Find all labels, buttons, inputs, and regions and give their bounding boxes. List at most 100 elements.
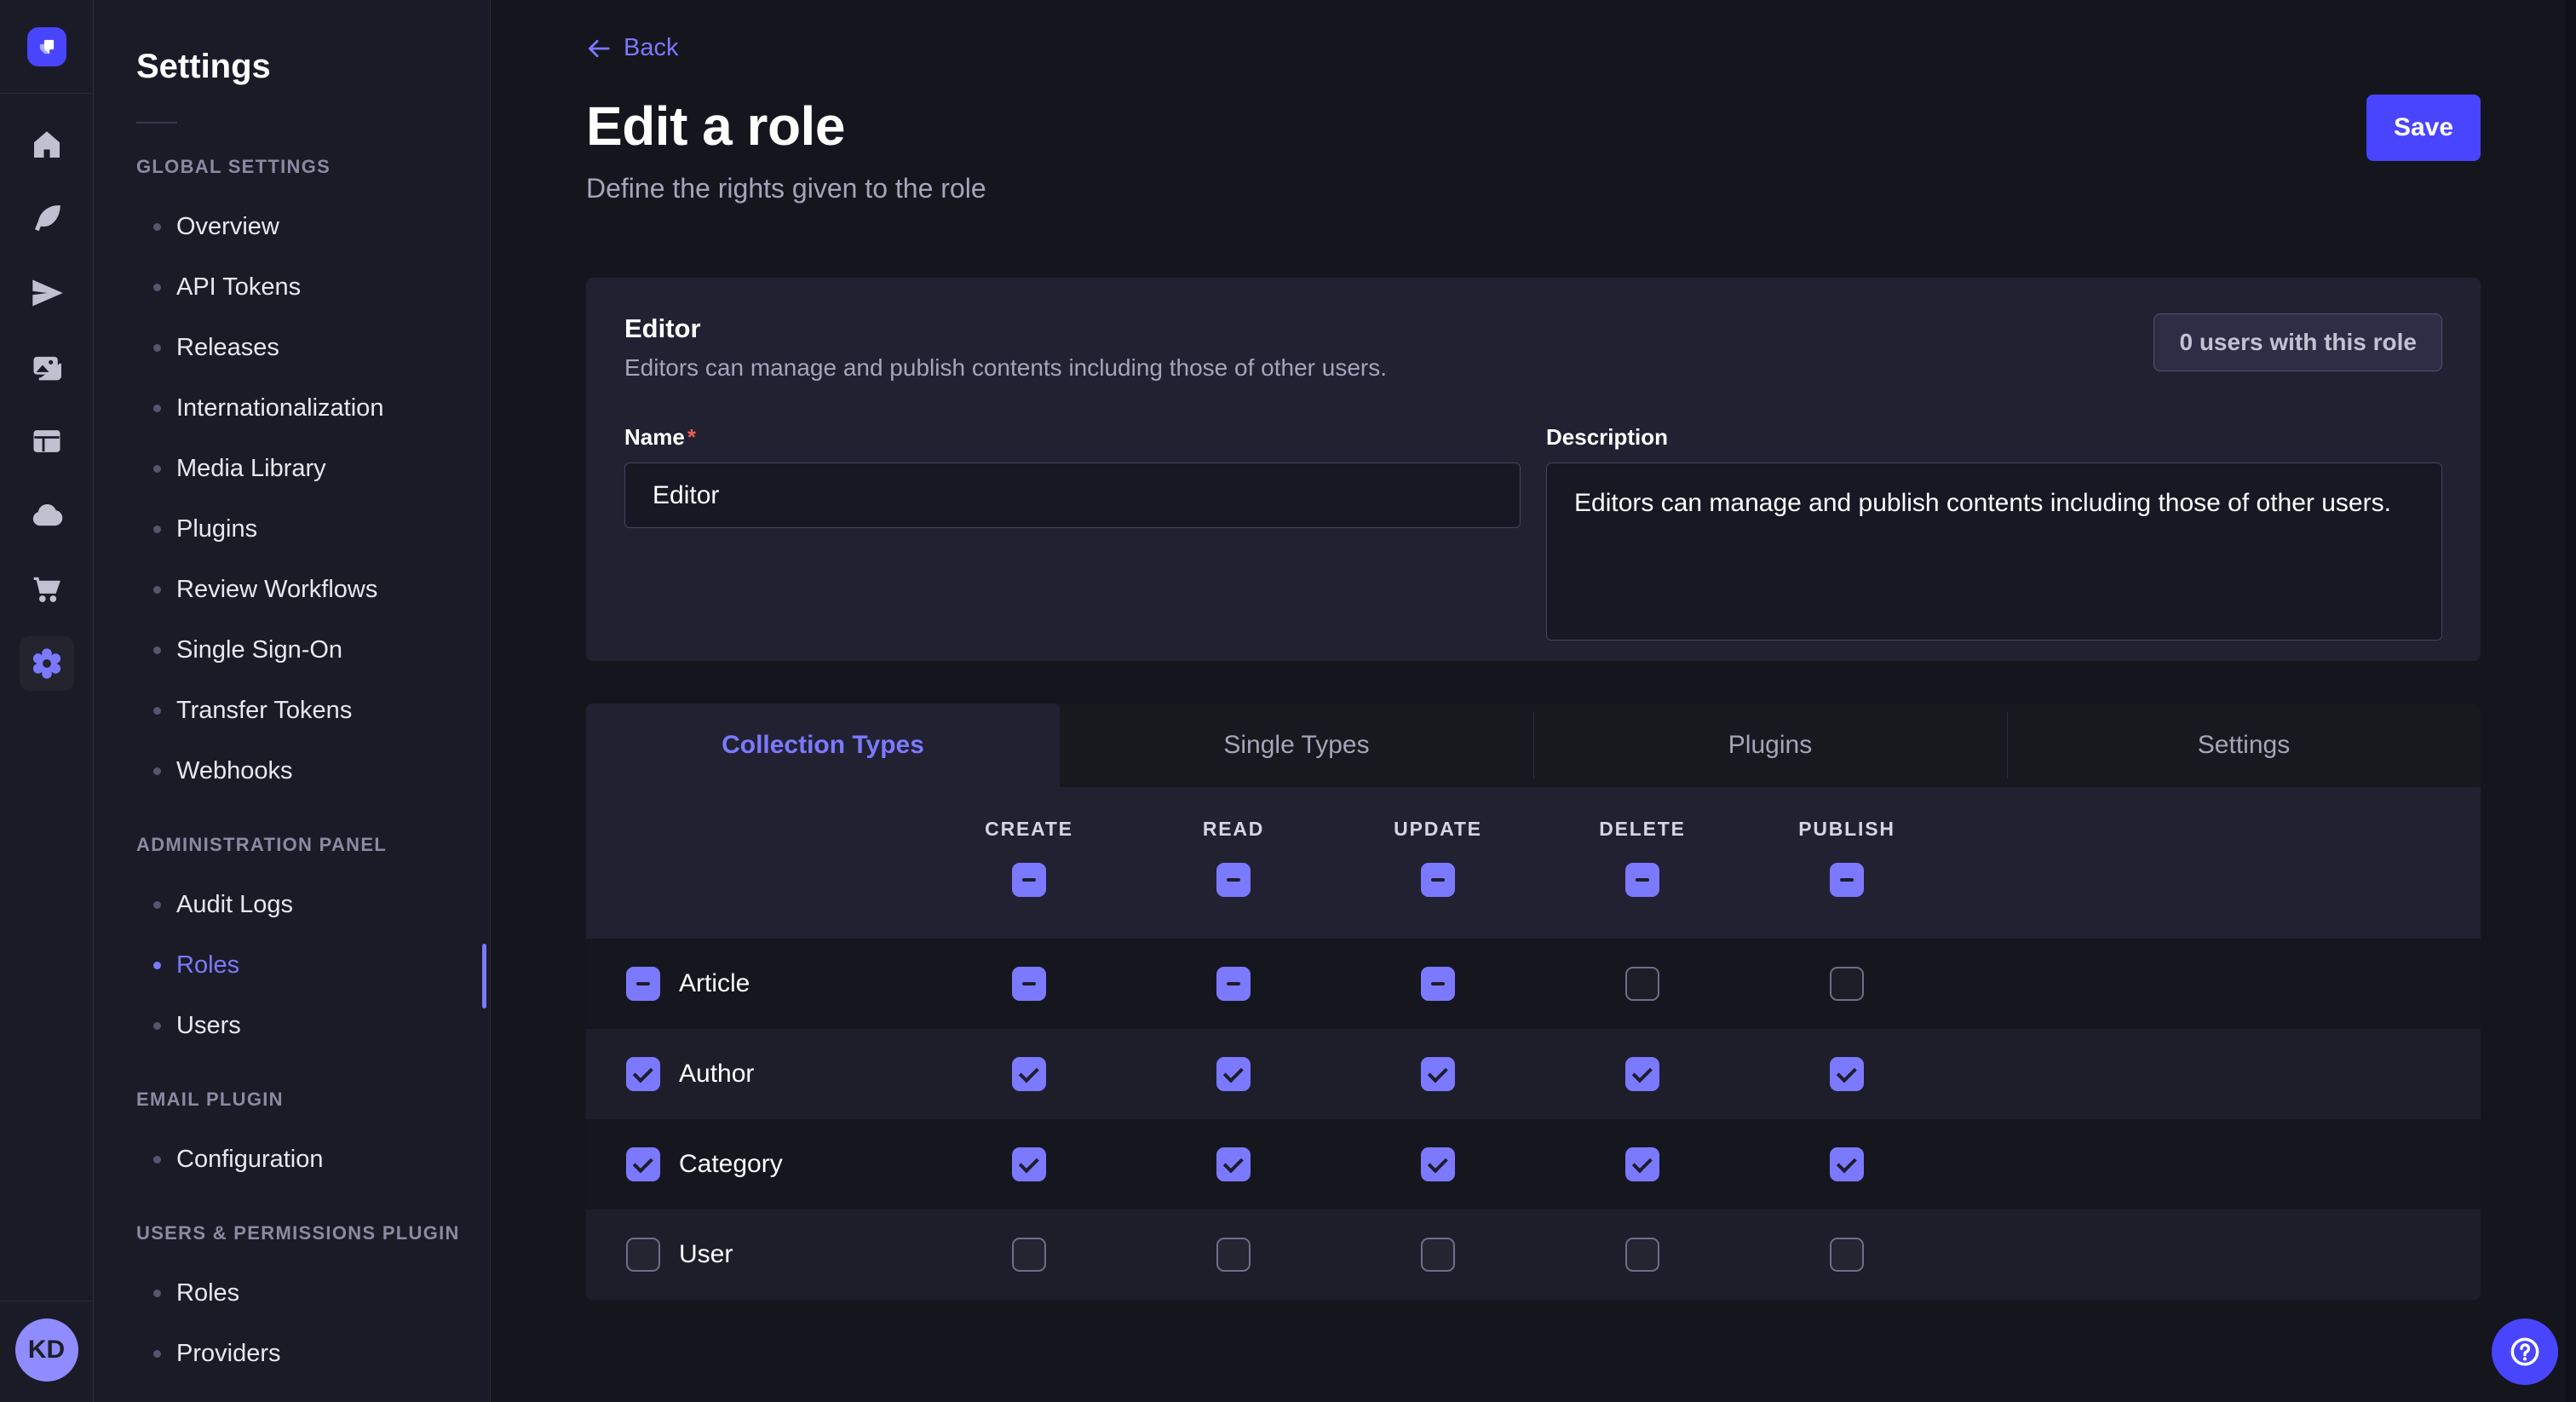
content-manager-feather-icon[interactable]	[20, 192, 74, 246]
permission-checkbox[interactable]	[1012, 967, 1046, 1001]
permissions-tab[interactable]: Collection Types	[586, 704, 1060, 787]
sidebar-item[interactable]: Configuration	[136, 1129, 490, 1190]
cloud-icon[interactable]	[20, 488, 74, 543]
row-head: Category	[586, 1147, 927, 1181]
permission-checkbox[interactable]	[1625, 1238, 1659, 1272]
role-fields-row: Name* Description Editors can manage and…	[624, 424, 2442, 645]
question-mark-icon	[2506, 1333, 2544, 1370]
paper-plane-icon[interactable]	[20, 266, 74, 320]
sidebar-item[interactable]: Single Sign-On	[136, 620, 490, 681]
sidebar-item[interactable]: Providers	[136, 1324, 490, 1384]
home-icon[interactable]	[20, 118, 74, 172]
row-head: User	[586, 1238, 927, 1272]
strapi-logo-icon[interactable]	[27, 27, 66, 66]
strapi-logo-glyph	[34, 34, 60, 60]
permission-checkbox[interactable]	[1421, 1238, 1455, 1272]
settings-gear-icon[interactable]	[20, 636, 74, 691]
sidebar-item[interactable]: Users	[136, 996, 490, 1056]
section-global-settings: GLOBAL SETTINGS Overview API Tokens Rele…	[136, 154, 490, 802]
column-master-checkbox[interactable]	[1625, 863, 1659, 897]
back-link[interactable]: Back	[586, 34, 678, 62]
permission-checkbox[interactable]	[1830, 1057, 1864, 1091]
permission-checkbox[interactable]	[1012, 1147, 1046, 1181]
role-card-header: Editor Editors can manage and publish co…	[624, 313, 2442, 382]
section-administration-panel: ADMINISTRATION PANEL Audit Logs Roles Us…	[136, 832, 490, 1056]
column-master-checkbox[interactable]	[1216, 863, 1251, 897]
sidebar-item[interactable]: Releases	[136, 318, 490, 378]
bullet-icon	[153, 1290, 161, 1297]
sidebar-item[interactable]: Internationalization	[136, 378, 490, 439]
permission-checkbox[interactable]	[1421, 967, 1455, 1001]
media-library-icon[interactable]	[20, 340, 74, 394]
bullet-icon	[153, 526, 161, 533]
row-checkbox[interactable]	[626, 1147, 660, 1181]
section-items: Roles Providers	[136, 1263, 490, 1384]
row-checkbox[interactable]	[626, 1238, 660, 1272]
row-checkbox[interactable]	[626, 967, 660, 1001]
permission-checkbox[interactable]	[1625, 1057, 1659, 1091]
description-field-group: Description Editors can manage and publi…	[1546, 424, 2442, 645]
permission-checkbox[interactable]	[1012, 1238, 1046, 1272]
sidebar-item[interactable]: Plugins	[136, 499, 490, 560]
bullet-icon	[153, 646, 161, 654]
row-cells	[927, 1057, 1949, 1091]
permission-checkbox[interactable]	[1012, 1057, 1046, 1091]
column-master-checkbox[interactable]	[1830, 863, 1864, 897]
help-button[interactable]	[2492, 1319, 2558, 1385]
bullet-icon	[153, 586, 161, 594]
sidebar-item[interactable]: API Tokens	[136, 257, 490, 318]
users-with-role-badge[interactable]: 0 users with this role	[2153, 313, 2442, 371]
permission-checkbox[interactable]	[1421, 1147, 1455, 1181]
column-master-checkbox[interactable]	[1012, 863, 1046, 897]
bullet-icon	[153, 707, 161, 715]
role-details-card: Editor Editors can manage and publish co…	[586, 278, 2481, 661]
logo-area	[0, 0, 93, 94]
marketplace-cart-icon[interactable]	[20, 562, 74, 617]
save-button[interactable]: Save	[2366, 95, 2481, 161]
permissions-tab[interactable]: Single Types	[1060, 704, 1533, 787]
role-card-header-text: Editor Editors can manage and publish co…	[624, 313, 2153, 382]
settings-sidebar: Settings GLOBAL SETTINGS Overview API To…	[94, 0, 491, 1402]
sidebar-item[interactable]: Roles	[136, 935, 490, 996]
sidebar-item[interactable]: Webhooks	[136, 741, 490, 802]
name-field-group: Name*	[624, 424, 1521, 645]
sidebar-item[interactable]: Roles	[136, 1263, 490, 1324]
sidebar-item[interactable]: Review Workflows	[136, 560, 490, 620]
permissions-section: Collection Types Single Types Plugins Se…	[586, 704, 2481, 1300]
row-cells	[927, 1238, 1949, 1272]
section-email-plugin: EMAIL PLUGIN Configuration	[136, 1087, 490, 1190]
permissions-tab[interactable]: Settings	[2007, 704, 2481, 787]
scrollbar-track[interactable]	[2566, 0, 2576, 1402]
sidebar-item[interactable]: Audit Logs	[136, 875, 490, 935]
column-headers: CREATE READ UPDATE DELETE PUBLISH	[927, 818, 1949, 841]
sidebar-item[interactable]: Transfer Tokens	[136, 681, 490, 741]
permission-checkbox[interactable]	[1421, 1057, 1455, 1091]
bullet-icon	[153, 405, 161, 412]
permission-checkbox[interactable]	[1830, 1147, 1864, 1181]
column-master-checkbox[interactable]	[1421, 863, 1455, 897]
content-type-builder-icon[interactable]	[20, 414, 74, 468]
avatar[interactable]: KD	[15, 1319, 78, 1382]
sidebar-item[interactable]: Overview	[136, 197, 490, 257]
master-checkboxes-row	[586, 863, 2481, 897]
name-input[interactable]	[624, 463, 1521, 528]
section-label: ADMINISTRATION PANEL	[136, 832, 490, 858]
column-header-label: PUBLISH	[1798, 818, 1895, 841]
permission-checkbox[interactable]	[1625, 1147, 1659, 1181]
permission-checkbox[interactable]	[1216, 967, 1251, 1001]
permissions-table-header: CREATE READ UPDATE DELETE PUBLISH	[586, 787, 2481, 939]
permission-checkbox[interactable]	[1830, 967, 1864, 1001]
permission-row-category: Category	[586, 1119, 2481, 1210]
permission-checkbox[interactable]	[1216, 1238, 1251, 1272]
row-checkbox[interactable]	[626, 1057, 660, 1091]
bullet-icon	[153, 1350, 161, 1358]
permission-checkbox[interactable]	[1625, 967, 1659, 1001]
permissions-tab[interactable]: Plugins	[1533, 704, 2007, 787]
description-textarea[interactable]: Editors can manage and publish contents …	[1546, 463, 2442, 641]
sidebar-item[interactable]: Media Library	[136, 439, 490, 499]
permission-checkbox[interactable]	[1830, 1238, 1864, 1272]
bullet-icon	[153, 465, 161, 473]
permission-checkbox[interactable]	[1216, 1147, 1251, 1181]
permission-checkbox[interactable]	[1216, 1057, 1251, 1091]
master-checkboxes	[927, 863, 1949, 897]
